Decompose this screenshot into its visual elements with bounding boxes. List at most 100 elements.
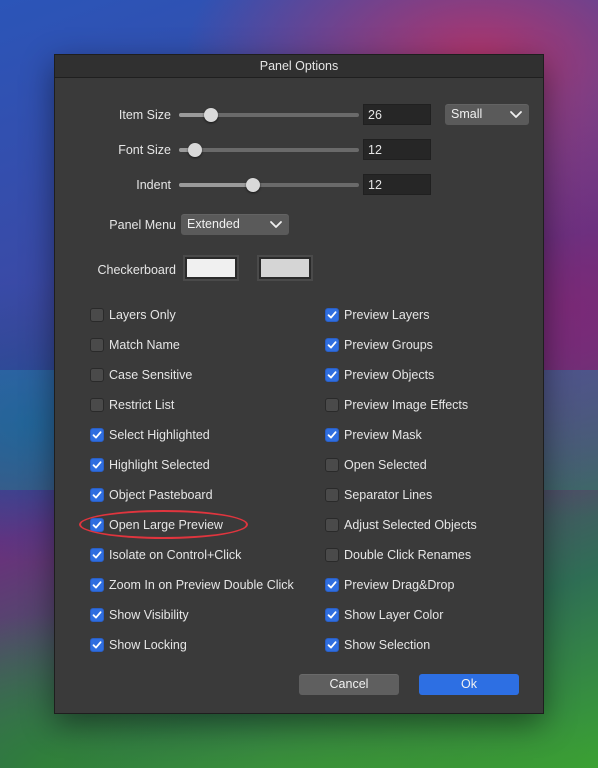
checkbox[interactable]: [90, 398, 104, 412]
checkbox-label: Show Selection: [344, 638, 431, 652]
indent-label: Indent: [136, 178, 171, 192]
checkmark-icon: [327, 641, 337, 649]
checkbox-label: Match Name: [109, 338, 180, 352]
checkbox[interactable]: [90, 428, 104, 442]
right-option[interactable]: Separator Lines: [325, 486, 432, 504]
panel-menu-label: Panel Menu: [109, 218, 176, 232]
checkerboard-color-2[interactable]: [257, 255, 313, 281]
checkbox-label: Preview Image Effects: [344, 398, 469, 412]
left-option[interactable]: Restrict List: [90, 396, 174, 414]
item-size-label: Item Size: [118, 108, 171, 122]
ok-button[interactable]: Ok: [419, 674, 519, 695]
left-option[interactable]: Select Highlighted: [90, 426, 210, 444]
checkbox[interactable]: [90, 488, 104, 502]
right-option[interactable]: Preview Groups: [325, 336, 433, 354]
checkmark-icon: [92, 431, 102, 439]
checkbox-label: Preview Mask: [344, 428, 422, 442]
checkbox[interactable]: [325, 398, 339, 412]
checkmark-icon: [327, 341, 337, 349]
checkerboard-color-1-fill: [187, 259, 235, 277]
right-option[interactable]: Preview Image Effects: [325, 396, 468, 414]
font-size-slider[interactable]: [179, 143, 359, 157]
item-size-slider[interactable]: [179, 108, 359, 122]
indent-slider-thumb[interactable]: [245, 178, 260, 192]
checkbox-label: Open Selected: [344, 458, 427, 472]
right-option[interactable]: Preview Objects: [325, 366, 434, 384]
checkmark-icon: [327, 311, 337, 319]
indent-slider[interactable]: [179, 178, 359, 192]
checkbox[interactable]: [90, 638, 104, 652]
checkbox[interactable]: [325, 548, 339, 562]
left-option[interactable]: Case Sensitive: [90, 366, 192, 384]
checkbox-label: Show Locking: [109, 638, 187, 652]
font-size-slider-thumb[interactable]: [188, 143, 203, 157]
indent-slider-fill: [179, 183, 253, 187]
right-option[interactable]: Preview Mask: [325, 426, 422, 444]
right-option[interactable]: Double Click Renames: [325, 546, 471, 564]
checkbox[interactable]: [325, 518, 339, 532]
panel-menu-select[interactable]: Extended: [181, 214, 289, 235]
cancel-button[interactable]: Cancel: [299, 674, 399, 695]
panel-options-dialog: Panel Options Item Size 26 Small Font Si…: [54, 54, 544, 714]
checkerboard-color-1[interactable]: [183, 255, 239, 281]
checkmark-icon: [327, 581, 337, 589]
right-option[interactable]: Preview Drag&Drop: [325, 576, 454, 594]
checkbox[interactable]: [325, 578, 339, 592]
checkbox-label: Preview Objects: [344, 368, 435, 382]
right-option[interactable]: Open Selected: [325, 456, 427, 474]
checkbox[interactable]: [90, 338, 104, 352]
font-size-field[interactable]: 12: [363, 139, 431, 160]
checkmark-icon: [327, 611, 337, 619]
checkbox-label: Layers Only: [109, 308, 176, 322]
checkbox[interactable]: [90, 308, 104, 322]
checkbox[interactable]: [325, 488, 339, 502]
left-option[interactable]: Object Pasteboard: [90, 486, 213, 504]
checkbox[interactable]: [325, 638, 339, 652]
item-size-slider-thumb[interactable]: [204, 108, 219, 122]
left-option[interactable]: Zoom In on Preview Double Click: [90, 576, 294, 594]
item-size-select-value: Small: [451, 107, 483, 121]
right-option[interactable]: Preview Layers: [325, 306, 429, 324]
right-option[interactable]: Show Layer Color: [325, 606, 443, 624]
checkbox[interactable]: [90, 548, 104, 562]
checkbox[interactable]: [325, 458, 339, 472]
checkmark-icon: [92, 551, 102, 559]
checkbox[interactable]: [325, 338, 339, 352]
checkerboard-color-2-fill: [261, 259, 309, 277]
checkbox-label: Preview Layers: [344, 308, 430, 322]
left-option[interactable]: Show Locking: [90, 636, 187, 654]
left-option[interactable]: Layers Only: [90, 306, 176, 324]
dialog-title: Panel Options: [55, 55, 543, 78]
checkbox-label: Preview Drag&Drop: [344, 578, 455, 592]
left-option[interactable]: Show Visibility: [90, 606, 189, 624]
checkbox[interactable]: [90, 458, 104, 472]
checkbox[interactable]: [325, 308, 339, 322]
checkbox[interactable]: [90, 578, 104, 592]
item-size-select[interactable]: Small: [445, 104, 529, 125]
checkbox[interactable]: [325, 368, 339, 382]
checkmark-icon: [92, 641, 102, 649]
checkbox-label: Restrict List: [109, 398, 175, 412]
checkbox-label: Show Visibility: [109, 608, 189, 622]
item-size-field[interactable]: 26: [363, 104, 431, 125]
right-option[interactable]: Show Selection: [325, 636, 430, 654]
font-size-label: Font Size: [118, 143, 171, 157]
left-option[interactable]: Isolate on Control+Click: [90, 546, 241, 564]
checkbox-label: Zoom In on Preview Double Click: [109, 578, 294, 592]
checkmark-icon: [327, 431, 337, 439]
checkerboard-label: Checkerboard: [97, 263, 176, 277]
checkbox[interactable]: [325, 428, 339, 442]
right-option[interactable]: Adjust Selected Objects: [325, 516, 477, 534]
checkbox-label: Adjust Selected Objects: [344, 518, 477, 532]
left-option[interactable]: Match Name: [90, 336, 180, 354]
checkbox[interactable]: [325, 608, 339, 622]
checkbox[interactable]: [90, 368, 104, 382]
checkbox-label: Case Sensitive: [109, 368, 193, 382]
checkbox-label: Select Highlighted: [109, 428, 210, 442]
left-option[interactable]: Highlight Selected: [90, 456, 210, 474]
checkbox[interactable]: [90, 608, 104, 622]
panel-menu-select-value: Extended: [187, 217, 240, 231]
indent-field[interactable]: 12: [363, 174, 431, 195]
highlight-annotation-ring: [79, 510, 248, 539]
checkmark-icon: [92, 491, 102, 499]
